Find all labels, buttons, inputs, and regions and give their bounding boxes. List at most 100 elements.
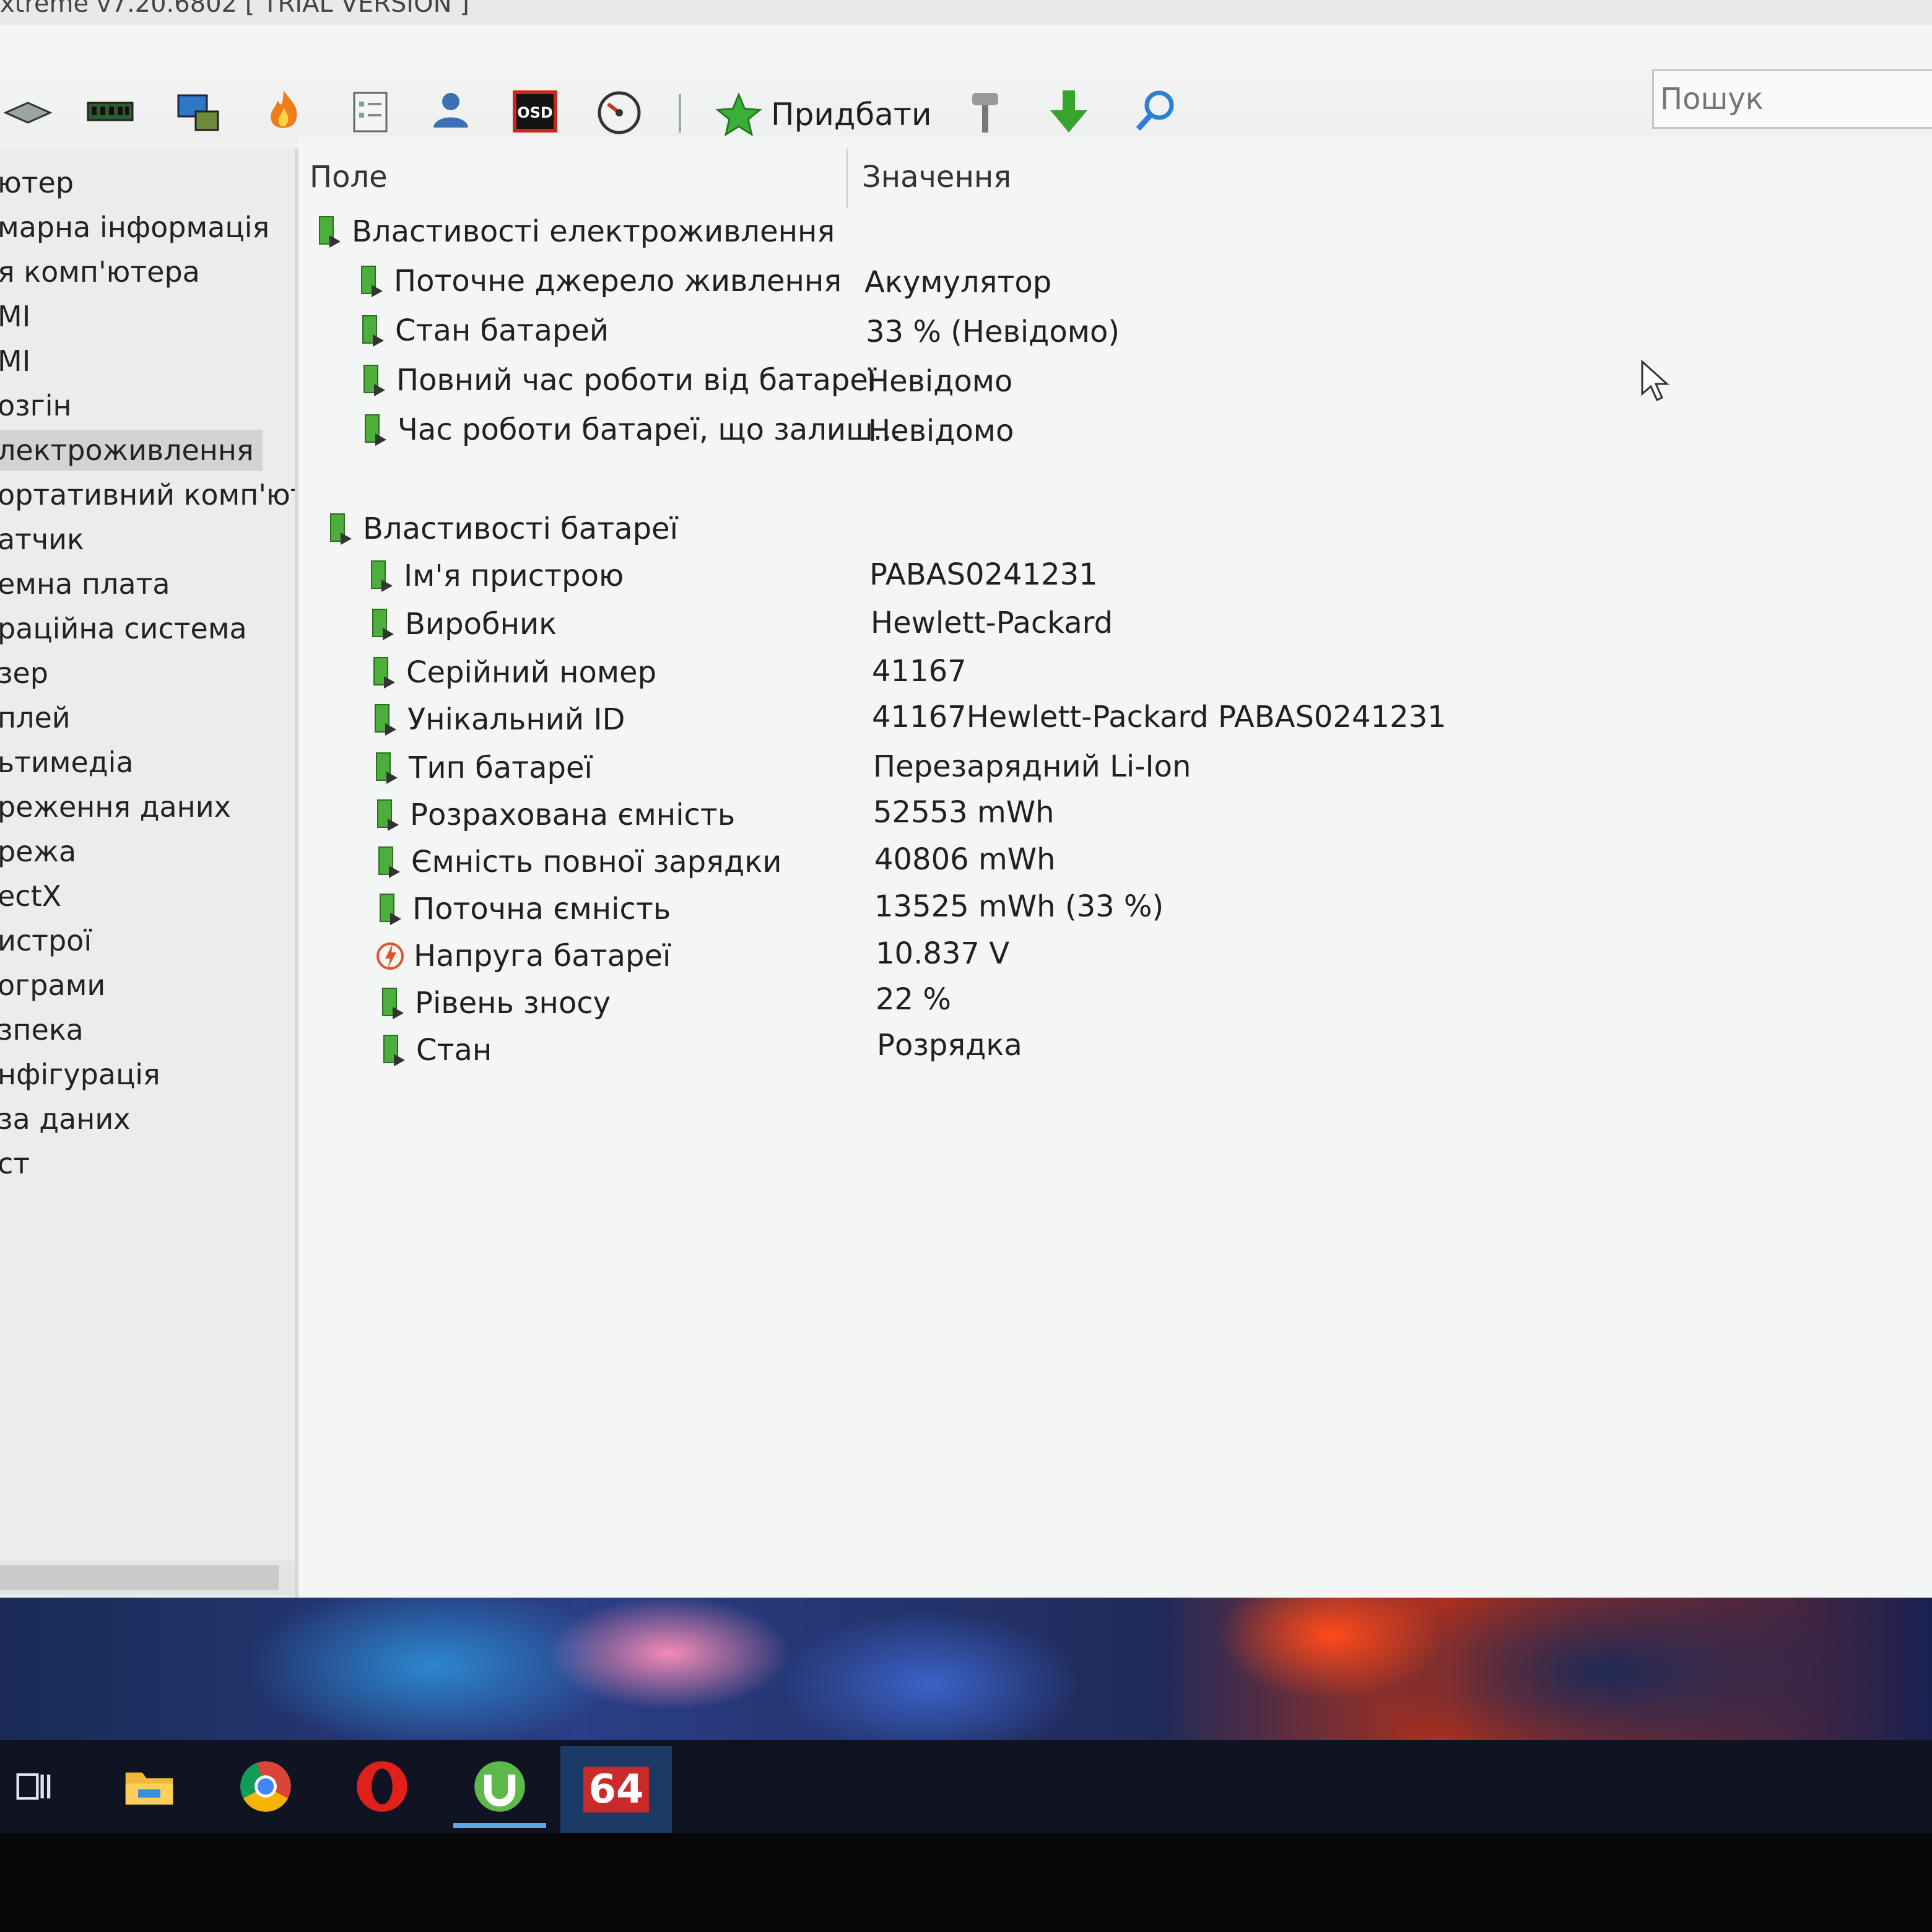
table-row[interactable]: Рівень зносу — [376, 981, 611, 1025]
sidebar-item[interactable]: емна плата — [0, 564, 170, 604]
column-divider[interactable] — [846, 149, 848, 208]
battery-icon — [324, 510, 355, 547]
group-header-power[interactable]: Властивості електроживлення — [313, 209, 835, 254]
table-row[interactable]: Виробник — [367, 602, 557, 646]
battery-icon — [313, 213, 344, 250]
sidebar-item[interactable]: марна інформація — [0, 207, 269, 248]
battery-icon — [373, 843, 404, 881]
table-row[interactable]: Поточне джерело живлення — [355, 259, 842, 303]
table-row[interactable]: Розрахована ємність — [372, 793, 735, 837]
sidebar-item[interactable]: раційна система — [0, 608, 247, 649]
search-input[interactable] — [1652, 69, 1932, 129]
sidebar-item[interactable]: режа — [0, 831, 76, 872]
sidebar-item[interactable]: MI — [0, 296, 30, 337]
sidebar-item[interactable]: ьтимедіа — [0, 742, 134, 783]
table-row[interactable]: Стан батарей — [357, 308, 609, 353]
sidebar-item[interactable]: ютер — [0, 162, 74, 203]
sidebar-item[interactable]: ст — [0, 1143, 30, 1184]
sidebar-item[interactable]: нфігурація — [0, 1054, 160, 1095]
row-field: Поточне джерело живлення — [394, 264, 842, 298]
row-field: Тип батареї — [409, 751, 593, 785]
row-value: Невідомо — [868, 414, 1014, 448]
column-header-value[interactable]: Значення — [862, 160, 1011, 194]
battery-icon — [365, 557, 396, 594]
board-icon[interactable] — [3, 87, 53, 136]
column-header-field[interactable]: Поле — [310, 160, 388, 194]
table-row[interactable]: Стан — [378, 1028, 492, 1073]
sidebar-tree: ютер марна інформація я комп'ютера MI MI… — [0, 149, 295, 1598]
sidebar-item[interactable]: MI — [0, 341, 30, 381]
row-field: Серійний номер — [406, 655, 657, 690]
battery-icon — [368, 654, 399, 691]
report-icon[interactable] — [346, 87, 395, 136]
sidebar-item[interactable]: плей — [0, 697, 71, 738]
utorrent-icon[interactable] — [453, 1752, 546, 1828]
title-bar: xtreme v7.20.6802 [ TRIAL VERSION ] — [0, 0, 1932, 25]
computer-icon[interactable] — [175, 87, 224, 136]
window-title: xtreme v7.20.6802 [ TRIAL VERSION ] — [0, 0, 469, 18]
taskbar: 64 — [0, 1740, 1932, 1840]
sidebar-item[interactable]: ectX — [0, 876, 61, 916]
row-value: Перезарядний Li-Ion — [873, 749, 1191, 784]
tools-icon[interactable] — [961, 87, 1011, 136]
memory-icon[interactable] — [85, 87, 135, 136]
sidebar-item[interactable]: реження даних — [0, 786, 231, 827]
user-icon[interactable] — [426, 87, 476, 136]
search-icon[interactable] — [1129, 87, 1179, 136]
row-field: Повний час роботи від батареї — [396, 363, 877, 398]
sidebar-item[interactable]: ортативний комп'юте — [0, 474, 295, 515]
battery-icon — [372, 796, 402, 833]
toolbar-separator — [679, 94, 681, 133]
aida64-icon: 64 — [583, 1767, 649, 1812]
table-row[interactable]: Унікальний ID — [369, 697, 625, 742]
battery-icon — [376, 985, 407, 1022]
table-row[interactable]: Ім'я пристрою — [365, 554, 624, 598]
flame-icon[interactable] — [259, 87, 308, 136]
mouse-cursor-icon — [1640, 359, 1671, 402]
table-row[interactable]: Ємність повної зарядки — [373, 840, 781, 884]
group-header-battery[interactable]: Властивості батареї — [324, 507, 678, 551]
download-arrow-icon[interactable] — [1044, 87, 1094, 136]
svg-text:OSD: OSD — [517, 104, 553, 121]
battery-icon — [369, 701, 400, 738]
opera-icon[interactable] — [348, 1752, 416, 1821]
row-field: Ім'я пристрою — [404, 559, 624, 593]
row-field: Унікальний ID — [407, 702, 625, 737]
sidebar-item[interactable]: озгін — [0, 385, 72, 426]
toolbar: OSD Придбати — [0, 25, 1932, 142]
sidebar-item[interactable]: зер — [0, 653, 48, 694]
sidebar-item[interactable]: зпека — [0, 1009, 84, 1050]
table-row[interactable]: Напруга батареї — [375, 934, 671, 978]
sidebar-item[interactable]: атчик — [0, 519, 84, 560]
file-explorer-icon[interactable] — [115, 1752, 183, 1821]
screen-bezel — [0, 1833, 1932, 1932]
task-view-icon[interactable] — [0, 1752, 68, 1821]
sidebar-item-power[interactable]: лектроживлення — [0, 430, 263, 471]
aida64-taskbar-button[interactable]: 64 — [548, 1746, 672, 1840]
row-field: Час роботи батареї, що залиш... — [398, 412, 902, 447]
sidebar-item[interactable]: ограми — [0, 965, 105, 1006]
scrollbar-thumb[interactable] — [0, 1565, 279, 1590]
battery-icon — [374, 890, 405, 928]
table-row[interactable]: Поточна ємність — [374, 887, 671, 931]
row-value: 41167Hewlett-Packard PABAS0241231 — [872, 700, 1447, 734]
table-row[interactable]: Час роботи батареї, що залиш... — [359, 407, 902, 452]
voltage-icon — [375, 938, 406, 975]
group-title: Властивості електроживлення — [352, 214, 835, 249]
battery-icon — [370, 749, 401, 786]
table-row[interactable]: Повний час роботи від батареї — [358, 358, 876, 402]
sidebar-item[interactable]: за даних — [0, 1099, 130, 1139]
battery-icon — [357, 312, 388, 349]
buy-button-label: Придбати — [771, 97, 932, 133]
row-value: 10.837 V — [876, 936, 1010, 971]
sidebar-item[interactable]: я комп'ютера — [0, 251, 200, 292]
table-row[interactable]: Серійний номер — [368, 650, 656, 695]
gauge-icon[interactable] — [594, 87, 644, 136]
row-field: Стан батарей — [395, 313, 609, 348]
table-row[interactable]: Тип батареї — [370, 746, 593, 790]
details-table: Поле Значення Властивості електроживленн… — [298, 136, 1932, 1598]
chrome-icon[interactable] — [232, 1752, 300, 1821]
sidebar-item[interactable]: истрої — [0, 920, 92, 961]
row-value: Hewlett-Packard — [871, 606, 1113, 640]
osd-icon[interactable]: OSD — [510, 87, 560, 136]
